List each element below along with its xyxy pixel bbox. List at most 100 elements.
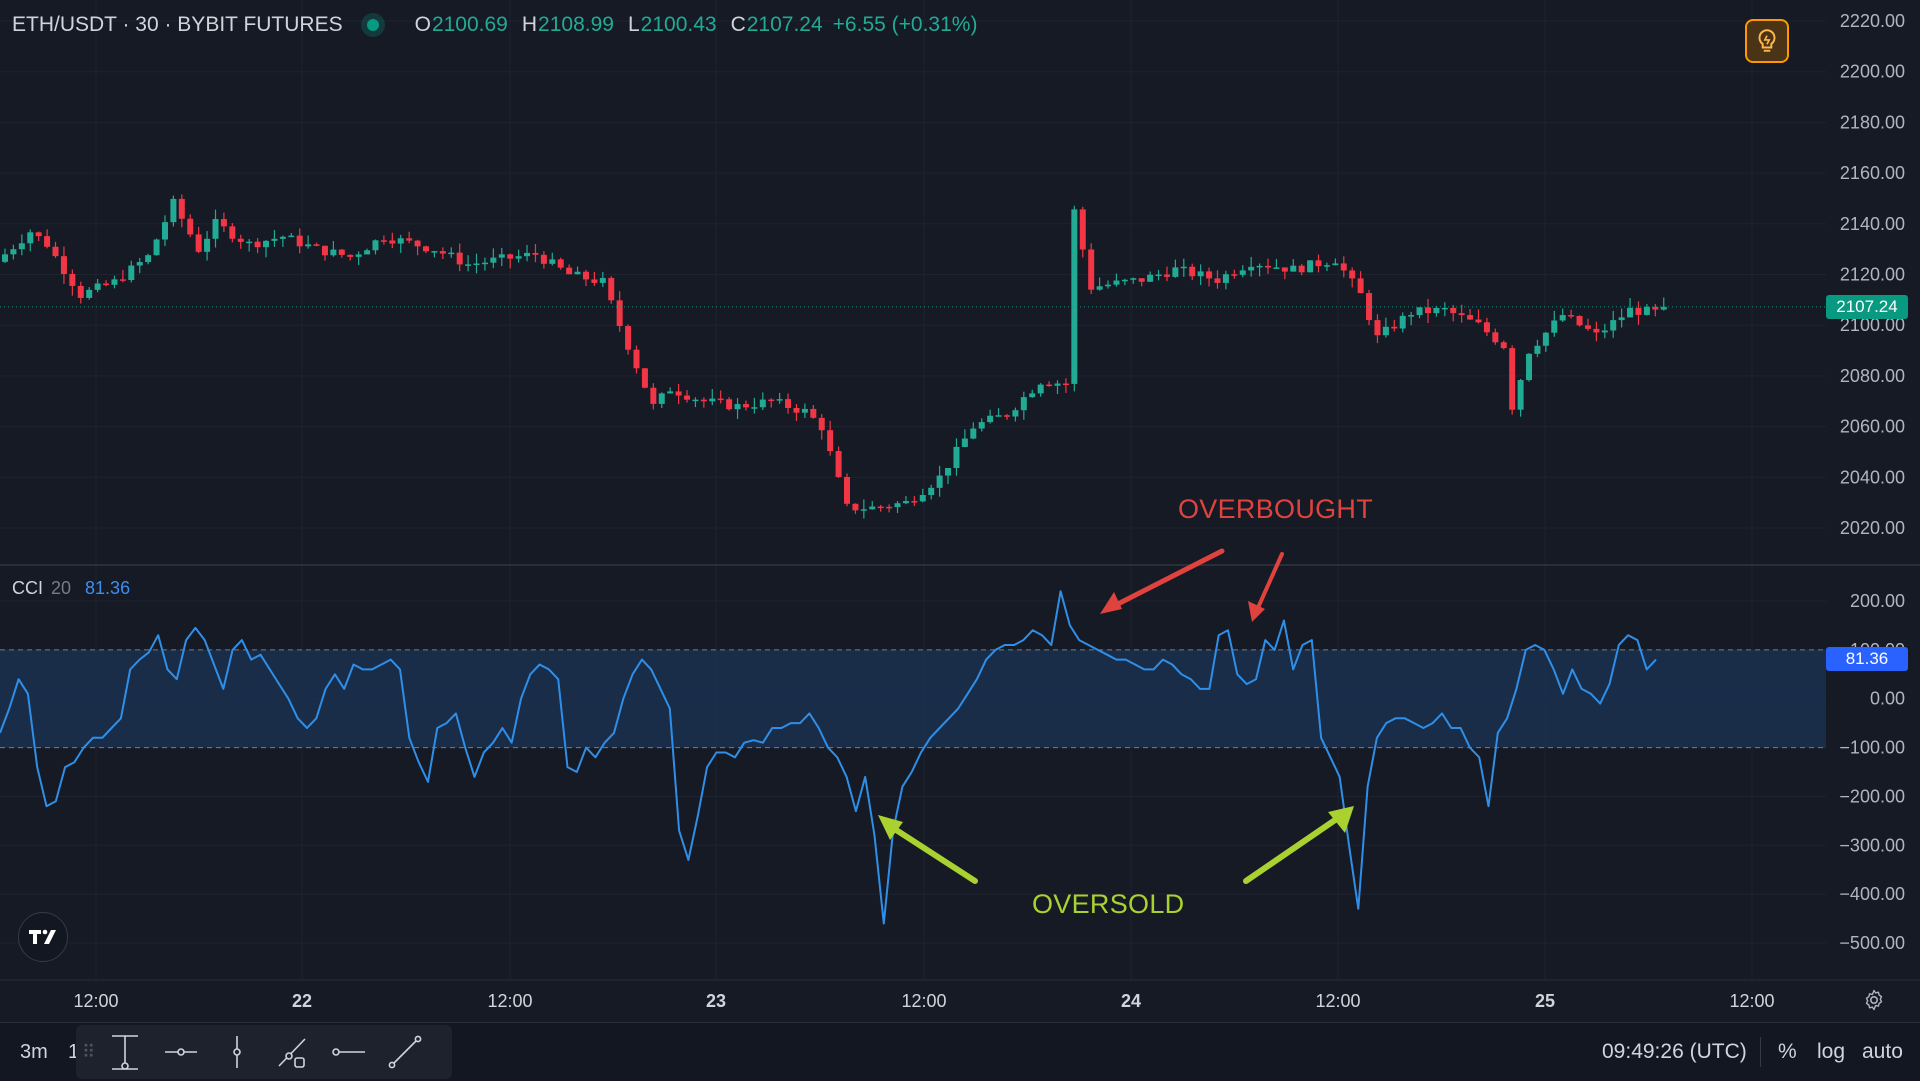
market-status-icon[interactable] (366, 19, 379, 31)
candle-body (1576, 315, 1583, 326)
candle-body (540, 254, 547, 264)
candle-body (970, 428, 977, 439)
candle-body (1172, 267, 1179, 277)
candle-body (768, 399, 775, 402)
cci-axis-label: −300.00 (1839, 835, 1905, 855)
drag-handle-icon[interactable]: ⠿ (82, 1042, 95, 1063)
auto-toggle[interactable]: auto (1862, 1040, 1903, 1064)
time-axis-label: 23 (706, 991, 726, 1011)
overbought-label: OVERBOUGHT (1178, 494, 1374, 524)
candle-body (220, 219, 227, 227)
price-axis-label: 2020.00 (1840, 518, 1905, 538)
candle-body (330, 249, 337, 256)
price-axis-label: 2220.00 (1840, 11, 1905, 31)
candle-body (1281, 267, 1288, 272)
candle-body (844, 476, 850, 504)
candle-body (153, 239, 160, 256)
candle-body (263, 240, 270, 248)
candle-body (380, 240, 387, 242)
candle-body (364, 250, 371, 255)
candle-body (1256, 265, 1263, 268)
gear-icon[interactable] (1862, 988, 1886, 1012)
candle-body (675, 391, 682, 396)
cci-period: 20 (51, 578, 72, 598)
candle-body (1601, 330, 1608, 333)
candle-body (1029, 393, 1036, 398)
candle-body (321, 245, 328, 256)
high-value: 2108.99 (538, 13, 614, 36)
horizontal-line-button[interactable] (321, 1025, 377, 1079)
tradingview-logo[interactable] (18, 912, 68, 962)
log-toggle[interactable]: log (1817, 1040, 1845, 1064)
candle-body (1012, 410, 1019, 417)
candle-body (785, 399, 792, 408)
candle-body (1265, 265, 1271, 268)
candle-body (978, 422, 985, 429)
candle-body (35, 232, 42, 237)
candle-body (1610, 320, 1617, 331)
candle-body (1450, 307, 1457, 314)
candle-body (776, 399, 783, 401)
candle-body (187, 218, 194, 235)
candle-body (1231, 274, 1238, 276)
time-axis-label: 24 (1121, 991, 1141, 1011)
candle-body (347, 254, 354, 257)
candle-body (658, 393, 665, 404)
cci-axis-label: −400.00 (1839, 884, 1905, 904)
alert-button[interactable] (1745, 19, 1789, 63)
candle-body (1382, 326, 1389, 336)
candle-body (490, 257, 497, 263)
high-label: H (521, 13, 538, 36)
candle-body (1542, 332, 1549, 346)
candle-body (355, 254, 362, 257)
candle-body (439, 251, 446, 254)
time-axis-label: 12:00 (1315, 991, 1360, 1011)
candle-body (1323, 265, 1330, 267)
candle-body (1046, 384, 1053, 387)
candle-body (1113, 280, 1120, 285)
path-tool-button[interactable] (265, 1025, 321, 1079)
cci-name[interactable]: CCI (12, 578, 43, 599)
horizontal-ray-button[interactable] (153, 1025, 209, 1079)
vertical-line-button[interactable] (209, 1025, 265, 1079)
candle-body (1526, 353, 1533, 381)
candle-body (919, 495, 926, 502)
candle-body (10, 249, 17, 255)
price-axis-label: 2160.00 (1840, 163, 1905, 183)
candle-body (145, 255, 152, 263)
candle-body (1534, 345, 1541, 354)
candle-body (1155, 274, 1162, 277)
candle-body (1643, 306, 1650, 315)
utc-clock[interactable]: 09:49:26 (UTC) (1602, 1040, 1747, 1064)
candle-body (1307, 260, 1314, 273)
candle-body (599, 277, 606, 283)
trend-line-button[interactable] (377, 1025, 433, 1079)
measure-tool-button[interactable] (97, 1025, 153, 1079)
candle-body (684, 395, 691, 400)
candle-body (1222, 274, 1229, 283)
symbol-title[interactable]: ETH/USDT · 30 · BYBIT FUTURES (12, 13, 343, 37)
candle-body (77, 285, 84, 298)
candle-body (902, 501, 909, 504)
timeframe-3m[interactable]: 3m (20, 1041, 48, 1064)
candle-body (288, 235, 295, 238)
candle-body (1315, 260, 1322, 267)
candle-body (94, 283, 101, 290)
candle-body (1399, 315, 1406, 329)
candle-body (995, 415, 1002, 417)
candle-body (928, 487, 935, 496)
candle-body (1391, 326, 1398, 329)
time-axis-label: 12:00 (487, 991, 532, 1011)
chart-canvas[interactable]: 2220.00 2200.00 2180.00 2160.00 2140.00 2120.… (0, 0, 1920, 1022)
candle-body (27, 232, 34, 244)
candle-body (1635, 307, 1642, 315)
candle-body (936, 475, 943, 488)
candle-body (591, 279, 598, 283)
candle-body (709, 398, 716, 402)
percent-toggle[interactable]: % (1778, 1040, 1797, 1064)
cci-axis-label: 200.00 (1850, 591, 1905, 611)
candle-body (877, 506, 884, 509)
candle-body (498, 254, 505, 258)
candle-body (431, 251, 438, 253)
candle-body (742, 404, 749, 408)
